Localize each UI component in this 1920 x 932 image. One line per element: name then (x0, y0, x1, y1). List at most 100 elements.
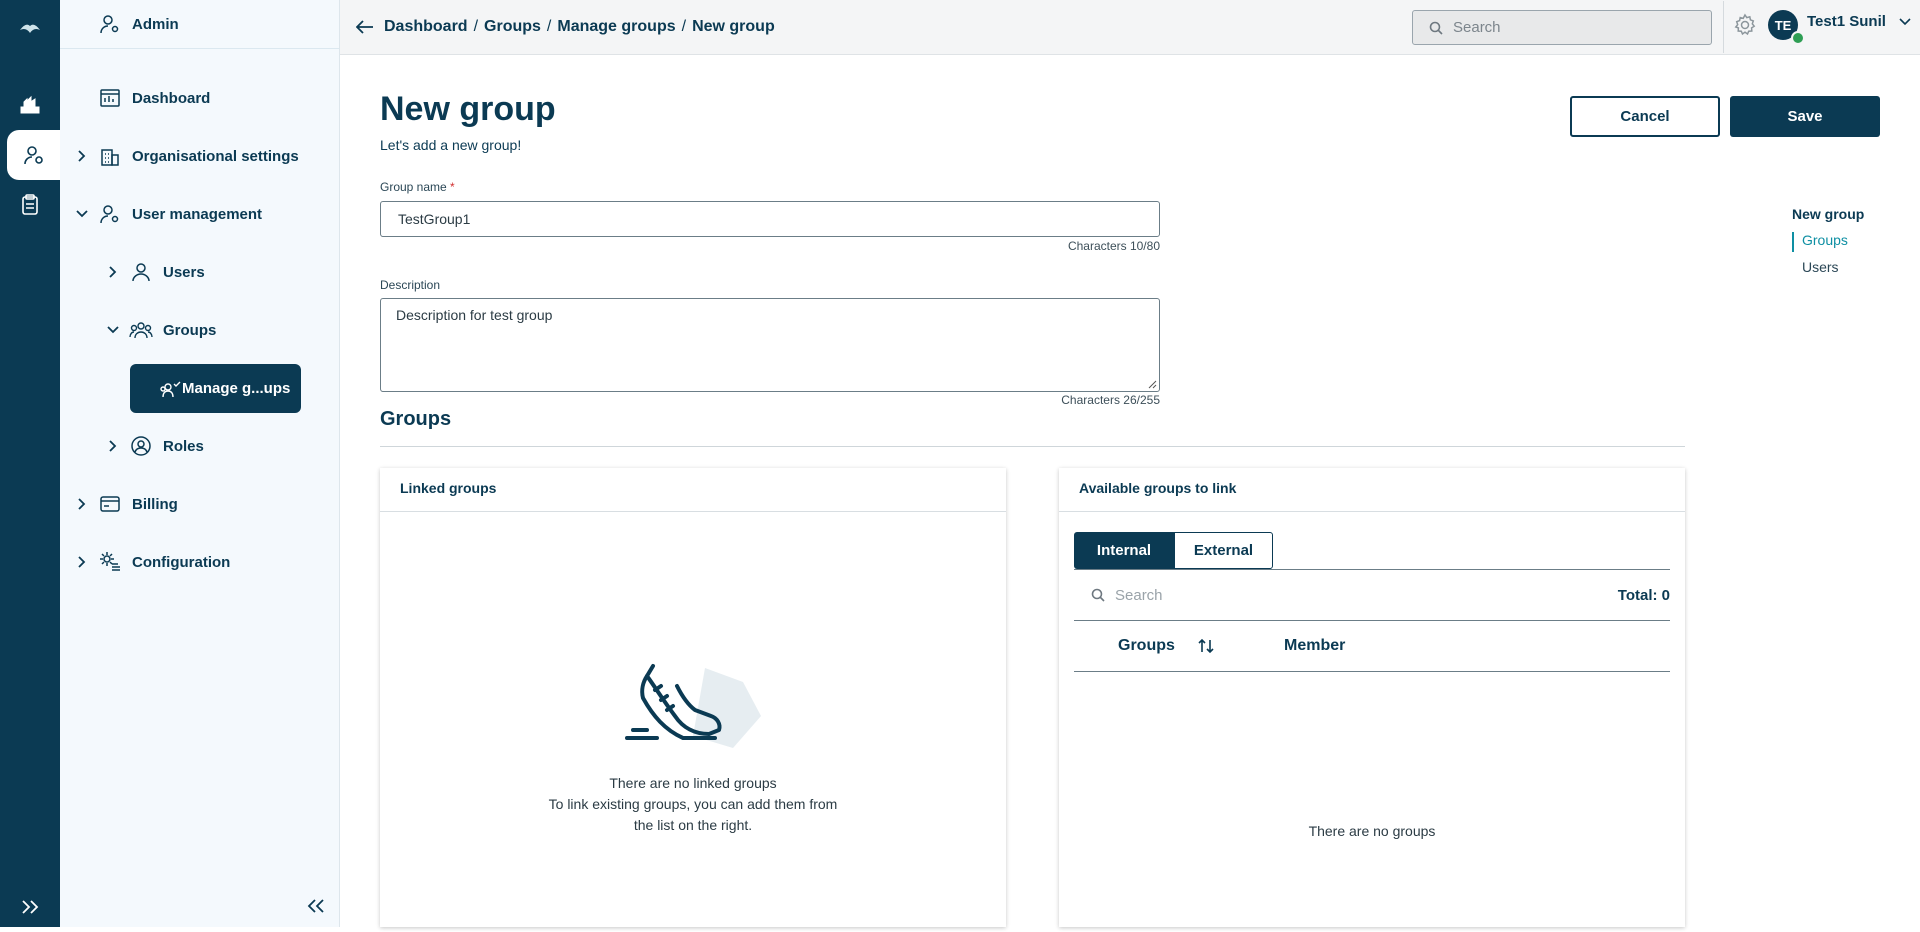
sidebar-item-manage-groups[interactable]: Manage g...ups (130, 364, 301, 413)
expand-rail-icon[interactable] (0, 882, 60, 932)
chevron-right-icon (74, 497, 90, 511)
search-icon (1091, 588, 1105, 602)
sidebar-item-label: Groups (163, 321, 217, 339)
breadcrumb-groups[interactable]: Groups (484, 18, 541, 36)
divider (1723, 1, 1724, 53)
toc-item-new-group[interactable]: New group (1792, 206, 1864, 222)
description-field[interactable]: Description for test group (380, 298, 1160, 392)
sidebar-item-label: Billing (132, 495, 178, 513)
breadcrumb-manage-groups[interactable]: Manage groups (557, 18, 675, 36)
save-button[interactable]: Save (1730, 96, 1880, 137)
search-input[interactable]: Search (1412, 10, 1712, 45)
group-name-label-text: Group name (380, 180, 447, 194)
available-search-row: Search Total: 0 (1074, 570, 1670, 620)
groups-section-title: Groups (380, 408, 452, 430)
sidebar-item-label: Manage g...ups (182, 380, 291, 397)
search-placeholder: Search (1453, 19, 1501, 36)
available-search-input[interactable]: Search (1115, 587, 1618, 604)
user-gear-icon (98, 12, 122, 36)
toc-active-indicator (1792, 232, 1794, 252)
divider (1074, 671, 1670, 672)
toc-item-users[interactable]: Users (1802, 259, 1839, 275)
user-gear-icon (98, 202, 122, 226)
breadcrumb-dashboard[interactable]: Dashboard (384, 18, 468, 36)
empty-state-title: There are no linked groups (609, 775, 777, 791)
description-label: Description (380, 278, 441, 292)
gear-icon[interactable] (1733, 13, 1757, 37)
empty-state-line2: the list on the right. (633, 817, 753, 833)
toc-item-groups[interactable]: Groups (1802, 232, 1848, 248)
sidebar: Admin Dashboard Organisational settings … (60, 0, 340, 927)
groups-icon (129, 318, 153, 342)
page-subtitle: Let's add a new group! (380, 137, 522, 153)
sidebar-admin: Admin (98, 12, 179, 36)
breadcrumb-separator: / (681, 18, 687, 35)
hands-icon[interactable] (0, 80, 60, 130)
available-empty-state: There are no groups (1308, 823, 1436, 839)
sidebar-item-dashboard[interactable]: Dashboard (98, 86, 210, 110)
sidebar-item-billing[interactable]: Billing (74, 492, 178, 516)
chevron-down-icon[interactable] (1899, 18, 1911, 26)
linked-groups-title: Linked groups (400, 480, 497, 496)
sort-icon[interactable] (1197, 637, 1215, 655)
empty-state-line1: To link existing groups, you can add the… (548, 796, 838, 812)
building-icon (98, 144, 122, 168)
search-icon (1429, 21, 1443, 35)
chevron-down-icon (105, 325, 121, 335)
roles-icon (129, 434, 153, 458)
chevron-right-icon (74, 149, 90, 163)
top-bar: Dashboard / Groups / Manage groups / New… (340, 0, 1920, 55)
divider (1059, 511, 1685, 512)
back-arrow-icon[interactable] (356, 20, 374, 34)
chevron-right-icon (105, 265, 121, 279)
section-divider (380, 446, 1685, 447)
resize-handle-icon[interactable] (1147, 379, 1157, 389)
sidebar-item-groups[interactable]: Groups (105, 318, 216, 342)
sidebar-item-label: Users (163, 263, 205, 281)
chevron-right-icon (74, 555, 90, 569)
sidebar-admin-label: Admin (132, 15, 179, 33)
sidebar-item-users[interactable]: Users (105, 260, 205, 284)
user-icon (129, 260, 153, 284)
sidebar-item-label: Organisational settings (132, 147, 299, 165)
sidebar-item-configuration[interactable]: Configuration (74, 550, 230, 574)
available-groups-title: Available groups to link (1079, 480, 1237, 496)
sidebar-item-label: Dashboard (132, 89, 211, 107)
divider (380, 511, 1006, 512)
dashboard-icon (98, 86, 122, 110)
cancel-button[interactable]: Cancel (1570, 96, 1720, 137)
clipboard-icon[interactable] (0, 180, 60, 230)
group-name-field[interactable]: TestGroup1 (380, 201, 1160, 237)
available-groups-panel: Available groups to link Internal Extern… (1059, 468, 1685, 927)
page-title: New group (380, 90, 556, 128)
logo-icon[interactable] (0, 3, 60, 53)
description-value: Description for test group (396, 307, 553, 323)
breadcrumb-current: New group (692, 18, 775, 35)
user-gear-icon[interactable] (7, 130, 60, 180)
group-name-value: TestGroup1 (398, 211, 471, 227)
tab-internal[interactable]: Internal (1074, 532, 1174, 569)
breadcrumb-separator: / (473, 18, 479, 35)
breadcrumb: Dashboard / Groups / Manage groups / New… (356, 0, 775, 54)
linked-groups-panel: Linked groups There are no linked groups… (380, 468, 1006, 927)
sidebar-item-label: Configuration (132, 553, 231, 571)
column-header-groups[interactable]: Groups (1118, 637, 1175, 655)
sidebar-item-user-management[interactable]: User management (74, 202, 262, 226)
breadcrumb-separator: / (546, 18, 552, 35)
status-online-dot (1791, 31, 1805, 45)
group-name-counter: Characters 10/80 (1067, 239, 1160, 253)
user-name[interactable]: Test1 Sunil (1807, 13, 1886, 30)
group-name-label: Group name * (380, 180, 455, 194)
sidebar-item-organisational-settings[interactable]: Organisational settings (74, 144, 299, 168)
configuration-icon (98, 550, 122, 574)
sidebar-item-label: User management (132, 205, 263, 223)
collapse-icon[interactable] (306, 898, 326, 914)
required-mark: * (450, 180, 455, 194)
column-header-member[interactable]: Member (1284, 637, 1345, 655)
sidebar-item-roles[interactable]: Roles (105, 434, 204, 458)
tab-external[interactable]: External (1174, 532, 1273, 569)
total-count: Total: 0 (1617, 586, 1670, 604)
app-rail (0, 0, 60, 927)
sidebar-item-label: Roles (163, 437, 204, 455)
billing-icon (98, 492, 122, 516)
